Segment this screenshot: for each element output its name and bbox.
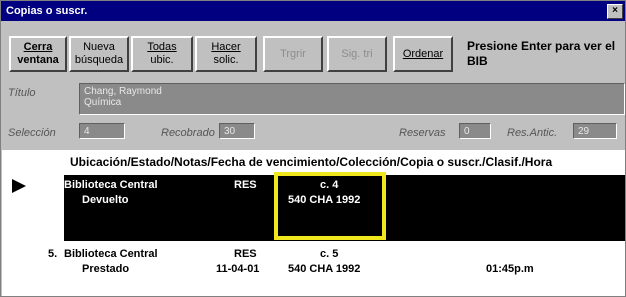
button-label-line1: Cerra [23, 41, 53, 53]
next-title-button[interactable]: Sig. tri [327, 36, 387, 72]
button-label: Sig. tri [341, 48, 373, 60]
row-due-date: 11-04-01 [216, 263, 260, 275]
seleccion-field: 4 [79, 123, 125, 139]
row-number: 4. [48, 179, 58, 191]
current-row-arrow-icon [12, 179, 26, 193]
reservas-label: Reservas [399, 127, 446, 139]
make-request-button[interactable]: Hacer solic. [195, 36, 257, 72]
seleccion-label: Selección [8, 127, 56, 139]
recobrado-label: Recobrado [161, 127, 215, 139]
button-label: Trgrir [280, 48, 306, 60]
res-antic-field: 29 [573, 123, 617, 139]
close-window-icon[interactable]: × [607, 4, 623, 19]
title-label: Título [8, 87, 36, 99]
button-label-line1: Todas [147, 41, 177, 53]
all-locations-button[interactable]: Todas ubic. [131, 36, 193, 72]
res-antic-label: Res.Antic. [507, 127, 558, 139]
title-field: Chang, Raymond Química [79, 83, 625, 115]
close-window-button[interactable]: Cerra ventana [9, 36, 67, 72]
list-header: Ubicación/Estado/Notas/Fecha de vencimie… [2, 150, 625, 174]
row-location: Biblioteca Central [64, 179, 158, 191]
button-label-line2: ubic. [150, 54, 174, 66]
row-collection: RES [234, 248, 257, 260]
row-copy: c. 5 [320, 248, 339, 260]
button-label-line2: ventana [17, 54, 59, 66]
recobrado-field: 30 [219, 123, 255, 139]
row-status: Prestado [82, 263, 130, 275]
reservas-field: 0 [459, 123, 491, 139]
row-collection: RES [234, 179, 257, 191]
window-title: Copias o suscr. [6, 5, 88, 17]
prev-title-button[interactable]: Trgrir [263, 36, 323, 72]
row-number: 5. [48, 248, 58, 260]
new-search-button[interactable]: Nueva búsqueda [69, 36, 129, 72]
button-label: Ordenar [402, 48, 444, 60]
sort-button[interactable]: Ordenar [393, 36, 453, 72]
copies-window: Copias o suscr. × Cerra ventana Nueva bú… [0, 0, 626, 297]
enter-hint-text: Presione Enter para ver el BIB [467, 39, 616, 68]
highlight-box [274, 172, 386, 240]
title-line1: Chang, Raymond [84, 86, 162, 97]
button-label-line2: búsqueda [74, 54, 124, 66]
row-status: Devuelto [82, 194, 129, 206]
list-header-text: Ubicación/Estado/Notas/Fecha de vencimie… [70, 155, 553, 169]
row-callnum: 540 CHA 1992 [288, 263, 361, 275]
row-location: Biblioteca Central [64, 248, 158, 260]
row-time: 01:45p.m [486, 263, 534, 275]
window-titlebar: Copias o suscr. × [1, 1, 625, 21]
button-label-line1: Hacer [211, 41, 241, 53]
title-line2: Química [84, 97, 122, 108]
button-label-line2: solic. [213, 54, 239, 66]
button-label-line1: Nueva [83, 41, 115, 53]
